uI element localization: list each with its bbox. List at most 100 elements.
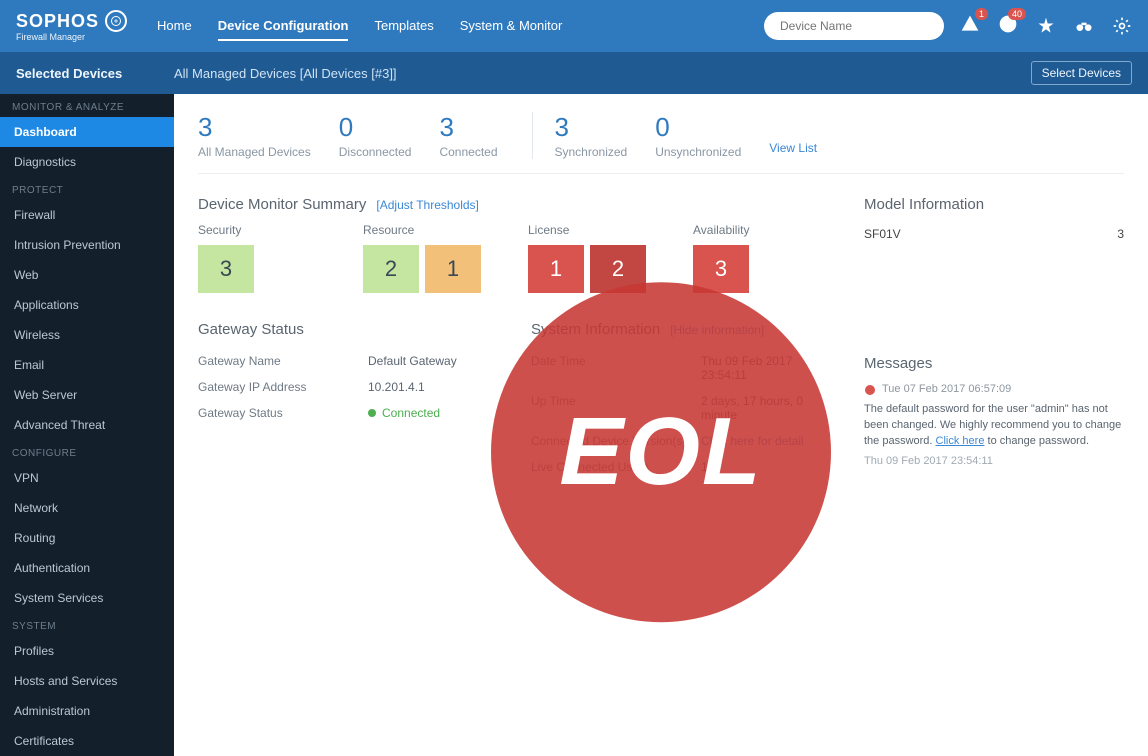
view-list-link[interactable]: View List xyxy=(769,141,817,155)
sidebar-item-firewall[interactable]: Firewall xyxy=(0,200,174,230)
message-link[interactable]: Click here xyxy=(936,435,985,447)
monitor-col-availability: Availability 3 xyxy=(693,223,834,293)
monitor-tile[interactable]: 3 xyxy=(198,245,254,293)
gear-icon[interactable] xyxy=(1112,16,1132,36)
message-item: Tue 07 Feb 2017 06:57:09 The default pas… xyxy=(864,382,1124,470)
monitor-tile[interactable]: 2 xyxy=(363,245,419,293)
sidebar-item-authentication[interactable]: Authentication xyxy=(0,553,174,583)
monitor-tile[interactable]: 2 xyxy=(590,245,646,293)
stat-value: 0 xyxy=(339,112,412,143)
messages-title: Messages xyxy=(864,355,1124,372)
sidebar-item-vpn[interactable]: VPN xyxy=(0,463,174,493)
model-row: SF01V 3 xyxy=(864,223,1124,245)
sidebar-item-routing[interactable]: Routing xyxy=(0,523,174,553)
hide-info-link[interactable]: [Hide information] xyxy=(670,323,764,337)
star-icon[interactable] xyxy=(1036,16,1056,36)
sidebar-item-hosts-and-services[interactable]: Hosts and Services xyxy=(0,666,174,696)
kv-value: 2 days, 17 hours, 0 minute xyxy=(701,394,834,422)
sidebar-item-applications[interactable]: Applications xyxy=(0,290,174,320)
sysinfo-title: System Information [Hide information] xyxy=(531,321,834,338)
gateway-row: Gateway NameDefault Gateway xyxy=(198,348,501,374)
binoculars-icon[interactable] xyxy=(1074,16,1094,36)
gateway-row: Gateway StatusConnected xyxy=(198,400,501,426)
sidebar-item-web-server[interactable]: Web Server xyxy=(0,380,174,410)
main-content: 3 All Managed Devices 0 Disconnected 3 C… xyxy=(174,94,1148,756)
stat-label: Disconnected xyxy=(339,145,412,159)
nav-system-monitor[interactable]: System & Monitor xyxy=(460,12,563,41)
nav-device-configuration[interactable]: Device Configuration xyxy=(218,12,349,41)
sysinfo-row: Date TimeThu 09 Feb 2017 23:54:11 xyxy=(531,348,834,388)
sidebar-item-network[interactable]: Network xyxy=(0,493,174,523)
search-box[interactable] xyxy=(764,12,944,40)
model-name: SF01V xyxy=(864,227,901,241)
select-devices-button[interactable]: Select Devices xyxy=(1031,61,1132,85)
monitor-col-license: License12 xyxy=(528,223,669,293)
sidebar-item-profiles[interactable]: Profiles xyxy=(0,636,174,666)
kv-value: 1 xyxy=(701,460,834,474)
stat-all-managed: 3 All Managed Devices xyxy=(198,112,311,159)
kv-key: Gateway IP Address xyxy=(198,380,368,394)
sidebar-item-administration[interactable]: Administration xyxy=(0,696,174,726)
message-timestamp-text: Tue 07 Feb 2017 06:57:09 xyxy=(882,382,1011,398)
monitor-title: Device Monitor Summary [Adjust Threshold… xyxy=(198,196,834,213)
sidebar: MONITOR & ANALYZEDashboardDiagnosticsPRO… xyxy=(0,94,174,756)
monitor-header: Availability xyxy=(693,223,834,237)
message-body-suffix: to change password. xyxy=(988,435,1090,447)
selected-devices-label: Selected Devices xyxy=(16,66,174,81)
stats-group-primary: 3 All Managed Devices 0 Disconnected 3 C… xyxy=(198,112,498,159)
stat-value: 3 xyxy=(439,112,497,143)
monitor-col-security: Security3 xyxy=(198,223,339,293)
monitor-grid: Security3Resource21License12Availability… xyxy=(198,223,834,293)
dash-row-1: Device Monitor Summary [Adjust Threshold… xyxy=(198,196,1124,482)
stat-label: Connected xyxy=(439,145,497,159)
nav-templates[interactable]: Templates xyxy=(374,12,433,41)
stat-synchronized: 3 Synchronized xyxy=(555,112,628,159)
sidebar-item-system-services[interactable]: System Services xyxy=(0,583,174,613)
sidebar-section-header: MONITOR & ANALYZE xyxy=(0,94,174,117)
info-badge: 40 xyxy=(1008,8,1026,20)
kv-value: Default Gateway xyxy=(368,354,501,368)
top-nav: Home Device Configuration Templates Syst… xyxy=(157,12,562,41)
stat-connected: 3 Connected xyxy=(439,112,497,159)
monitor-tile[interactable]: 1 xyxy=(528,245,584,293)
monitor-tile[interactable]: 3 xyxy=(693,245,749,293)
gateway-row: Gateway IP Address10.201.4.1 xyxy=(198,374,501,400)
sysinfo-row: Up Time2 days, 17 hours, 0 minute xyxy=(531,388,834,428)
brand-tagline: Firewall Manager xyxy=(16,32,127,42)
monitor-tile[interactable]: 1 xyxy=(425,245,481,293)
gateway-block: Gateway Status Gateway NameDefault Gatew… xyxy=(198,321,501,480)
info-button[interactable]: 40 xyxy=(998,14,1018,39)
stat-label: Synchronized xyxy=(555,145,628,159)
stat-value: 3 xyxy=(198,112,311,143)
nav-home[interactable]: Home xyxy=(157,12,192,41)
stat-unsynchronized: 0 Unsynchronized xyxy=(655,112,741,159)
kv-key: Up Time xyxy=(531,394,701,422)
brand-logo-icon xyxy=(105,10,127,32)
monitor-header: Resource xyxy=(363,223,504,237)
brand-name: SOPHOS xyxy=(16,11,99,32)
sidebar-item-web[interactable]: Web xyxy=(0,260,174,290)
sysinfo-block: System Information [Hide information] Da… xyxy=(531,321,834,480)
kv-value[interactable]: Click here for detail xyxy=(701,434,834,448)
monitor-title-text: Device Monitor Summary xyxy=(198,196,366,213)
kv-key: Connected Device Version(s) xyxy=(531,434,701,448)
sidebar-item-certificates[interactable]: Certificates xyxy=(0,726,174,756)
message-timestamp: Tue 07 Feb 2017 06:57:09 xyxy=(864,382,1124,398)
sidebar-item-dashboard[interactable]: Dashboard xyxy=(0,117,174,147)
sidebar-item-wireless[interactable]: Wireless xyxy=(0,320,174,350)
adjust-thresholds-link[interactable]: [Adjust Thresholds] xyxy=(376,198,479,212)
model-count: 3 xyxy=(1117,227,1124,241)
kv-value: Thu 09 Feb 2017 23:54:11 xyxy=(701,354,834,382)
sidebar-item-diagnostics[interactable]: Diagnostics xyxy=(0,147,174,177)
sidebar-item-intrusion-prevention[interactable]: Intrusion Prevention xyxy=(0,230,174,260)
gateway-title: Gateway Status xyxy=(198,321,501,338)
sidebar-item-email[interactable]: Email xyxy=(0,350,174,380)
layout: MONITOR & ANALYZEDashboardDiagnosticsPRO… xyxy=(0,94,1148,756)
kv-key: Date Time xyxy=(531,354,701,382)
sidebar-item-advanced-threat[interactable]: Advanced Threat xyxy=(0,410,174,440)
alert-button[interactable]: 1 xyxy=(960,14,980,39)
kv-key: Gateway Status xyxy=(198,406,368,420)
topbar: SOPHOS Firewall Manager Home Device Conf… xyxy=(0,0,1148,52)
sysinfo-title-text: System Information xyxy=(531,321,660,338)
search-input[interactable] xyxy=(780,19,935,33)
